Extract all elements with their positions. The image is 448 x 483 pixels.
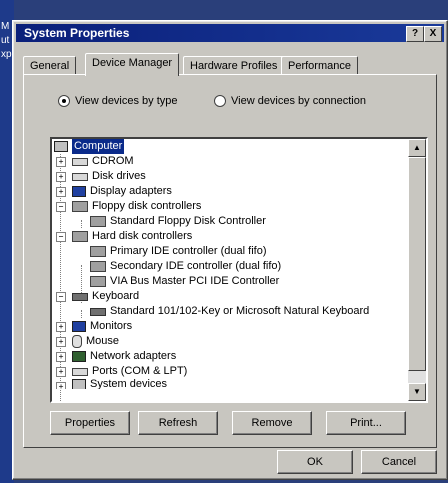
system-properties-window: System Properties ? X General Device Man…	[12, 20, 448, 480]
monitor-icon	[72, 321, 86, 332]
device-manager-panel: View devices by type View devices by con…	[23, 74, 437, 448]
ide-controller-icon	[90, 261, 106, 272]
tree-item-cdrom[interactable]: + CDROM	[56, 154, 134, 169]
floppy-controller-icon	[90, 216, 106, 227]
expand-toggle[interactable]: +	[56, 157, 66, 167]
tree-item-label: Standard Floppy Disk Controller	[110, 215, 266, 227]
tree-item-secondary-ide[interactable]: Secondary IDE controller (dual fifo)	[90, 259, 281, 274]
device-tree[interactable]: Computer + CDROM + Disk drives + Display…	[50, 137, 428, 403]
tab-general[interactable]: General	[23, 56, 77, 75]
expand-toggle[interactable]: +	[56, 367, 66, 377]
tree-item-label: Ports (COM & LPT)	[92, 365, 188, 377]
view-by-type-option[interactable]: View devices by type	[58, 95, 178, 107]
tree-item-primary-ide[interactable]: Primary IDE controller (dual fifo)	[90, 244, 267, 259]
tree-item-disk-drives[interactable]: + Disk drives	[56, 169, 146, 184]
help-button[interactable]: ?	[406, 26, 424, 42]
hard-disk-controller-icon	[72, 231, 88, 242]
tree-item-label: Hard disk controllers	[92, 230, 193, 242]
radio-by-connection[interactable]	[214, 95, 226, 107]
cdrom-icon	[72, 157, 88, 166]
tab-device-manager[interactable]: Device Manager	[85, 53, 180, 76]
tree-item-network-adapters[interactable]: + Network adapters	[56, 349, 176, 364]
tree-item-system-devices[interactable]: + System devices	[56, 379, 167, 389]
tree-item-label: Monitors	[90, 320, 133, 332]
tree-item-label: CDROM	[92, 155, 134, 167]
tree-item-hard-disk-controllers[interactable]: − Hard disk controllers	[56, 229, 192, 244]
tree-item-label: Mouse	[86, 335, 120, 347]
expand-toggle[interactable]: +	[56, 352, 66, 362]
tree-item-label: Floppy disk controllers	[92, 200, 202, 212]
expand-toggle[interactable]: +	[56, 187, 66, 197]
remove-button[interactable]: Remove	[232, 411, 312, 435]
tree-item-label: Standard 101/102-Key or Microsoft Natura…	[110, 305, 370, 317]
computer-icon	[54, 141, 68, 152]
network-adapter-icon	[72, 351, 86, 362]
tree-item-label: System devices	[90, 379, 168, 389]
expand-toggle[interactable]: +	[56, 337, 66, 347]
floppy-controller-icon	[72, 201, 88, 212]
title-bar[interactable]: System Properties ? X	[16, 24, 444, 42]
expand-toggle[interactable]: +	[56, 322, 66, 332]
window-title: System Properties	[24, 26, 130, 40]
tab-performance[interactable]: Performance	[281, 56, 358, 75]
tree-item-standard-floppy[interactable]: Standard Floppy Disk Controller	[90, 214, 266, 229]
tree-item-label: Display adapters	[90, 185, 172, 197]
ide-controller-icon	[90, 276, 106, 287]
tree-item-display-adapters[interactable]: + Display adapters	[56, 184, 172, 199]
expand-toggle[interactable]: −	[56, 292, 66, 302]
ide-controller-icon	[90, 246, 106, 257]
tree-item-label: Primary IDE controller (dual fifo)	[110, 245, 267, 257]
tree-item-label: Secondary IDE controller (dual fifo)	[110, 260, 282, 272]
mouse-icon	[72, 335, 82, 348]
properties-button[interactable]: Properties	[50, 411, 130, 435]
expand-toggle[interactable]: −	[56, 202, 66, 212]
keyboard-icon	[72, 292, 88, 301]
close-button[interactable]: X	[424, 26, 442, 42]
tree-scrollbar[interactable]: ▲ ▼	[408, 139, 426, 401]
tree-item-via-bus-master[interactable]: VIA Bus Master PCI IDE Controller	[90, 274, 279, 289]
tree-item-keyboard[interactable]: − Keyboard	[56, 289, 139, 304]
view-by-connection-label: View devices by connection	[231, 95, 366, 107]
tab-hardware-profiles[interactable]: Hardware Profiles	[183, 56, 285, 75]
tree-item-label: Network adapters	[90, 350, 177, 362]
keyboard-icon	[90, 307, 106, 316]
cancel-button[interactable]: Cancel	[361, 450, 437, 474]
tree-item-floppy-controllers[interactable]: − Floppy disk controllers	[56, 199, 201, 214]
tree-item-monitors[interactable]: + Monitors	[56, 319, 132, 334]
expand-toggle[interactable]: +	[56, 172, 66, 182]
display-adapter-icon	[72, 186, 86, 197]
refresh-button[interactable]: Refresh	[138, 411, 218, 435]
ok-button[interactable]: OK	[277, 450, 353, 474]
tree-item-label: Disk drives	[92, 170, 146, 182]
radio-by-type[interactable]	[58, 95, 70, 107]
tree-item-ports[interactable]: + Ports (COM & LPT)	[56, 364, 187, 379]
disk-drive-icon	[72, 172, 88, 181]
tree-item-computer[interactable]: Computer	[54, 139, 125, 154]
system-devices-icon	[72, 379, 86, 389]
ports-icon	[72, 367, 88, 376]
view-by-connection-option[interactable]: View devices by connection	[214, 95, 366, 107]
tree-item-label: Computer	[72, 139, 125, 154]
scroll-thumb[interactable]	[408, 157, 426, 371]
expand-toggle[interactable]: +	[56, 382, 66, 389]
tree-item-label: VIA Bus Master PCI IDE Controller	[110, 275, 280, 287]
tree-item-label: Keyboard	[92, 290, 140, 302]
print-button[interactable]: Print...	[326, 411, 406, 435]
scroll-up-arrow-icon[interactable]: ▲	[408, 139, 426, 157]
view-by-type-label: View devices by type	[75, 95, 178, 107]
tree-item-mouse[interactable]: + Mouse	[56, 334, 119, 349]
expand-toggle[interactable]: −	[56, 232, 66, 242]
tree-item-standard-keyboard[interactable]: Standard 101/102-Key or Microsoft Natura…	[90, 304, 369, 319]
scroll-down-arrow-icon[interactable]: ▼	[408, 383, 426, 401]
